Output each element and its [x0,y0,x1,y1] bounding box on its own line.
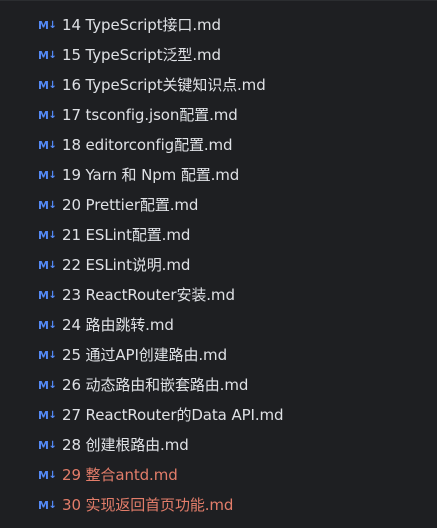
markdown-icon-arrow: ↓ [48,109,57,121]
file-label: 20 Prettier配置.md [62,196,199,214]
markdown-icon-arrow: ↓ [48,19,57,31]
markdown-icon-arrow: ↓ [48,499,57,511]
markdown-icon: M ↓ [38,408,62,422]
markdown-icon: M ↓ [38,288,62,302]
markdown-icon-arrow: ↓ [48,409,57,421]
markdown-icon: M ↓ [38,258,62,272]
markdown-icon-letter: M [38,198,49,212]
markdown-icon-arrow: ↓ [48,319,57,331]
markdown-icon: M ↓ [38,48,62,62]
markdown-icon-letter: M [38,138,49,152]
file-label: 15 TypeScript泛型.md [62,46,221,64]
file-item[interactable]: M ↓ 23 ReactRouter安装.md [0,280,437,310]
file-label: 23 ReactRouter安装.md [62,286,235,304]
project-tree-panel: M ↓ 14 TypeScript接口.md M ↓ 15 TypeScript泛型.md… [0,0,437,528]
markdown-icon: M ↓ [38,108,62,122]
file-label: 16 TypeScript关键知识点.md [62,76,266,94]
markdown-icon: M ↓ [38,228,62,242]
markdown-icon-letter: M [38,378,49,392]
markdown-icon-letter: M [38,438,49,452]
markdown-icon: M ↓ [38,198,62,212]
markdown-icon: M ↓ [38,138,62,152]
file-item[interactable]: M ↓ 15 TypeScript泛型.md [0,40,437,70]
markdown-icon: M ↓ [38,438,62,452]
file-item[interactable]: M ↓ 25 通过API创建路由.md [0,340,437,370]
file-label: 18 editorconfig配置.md [62,136,233,154]
file-item[interactable]: M ↓ 20 Prettier配置.md [0,190,437,220]
markdown-icon-arrow: ↓ [48,199,57,211]
markdown-icon: M ↓ [38,378,62,392]
file-label: 28 创建根路由.md [62,436,189,454]
file-item[interactable]: M ↓ 29 整合antd.md [0,460,437,490]
markdown-icon-arrow: ↓ [48,379,57,391]
markdown-icon-letter: M [38,48,49,62]
markdown-icon-arrow: ↓ [48,79,57,91]
markdown-icon-letter: M [38,348,49,362]
file-label: 17 tsconfig.json配置.md [62,106,238,124]
markdown-icon-arrow: ↓ [48,259,57,271]
markdown-icon-letter: M [38,78,49,92]
file-item[interactable]: M ↓ 30 实现返回首页功能.md [0,490,437,520]
file-label: 30 实现返回首页功能.md [62,496,234,514]
markdown-icon-letter: M [38,468,49,482]
file-item[interactable]: M ↓ 27 ReactRouter的Data API.md [0,400,437,430]
markdown-icon-arrow: ↓ [48,139,57,151]
file-item[interactable]: M ↓ 26 动态路由和嵌套路由.md [0,370,437,400]
markdown-icon-letter: M [38,318,49,332]
markdown-icon-letter: M [38,108,49,122]
markdown-icon: M ↓ [38,348,62,362]
file-label: 25 通过API创建路由.md [62,346,227,364]
markdown-icon-letter: M [38,258,49,272]
markdown-icon-letter: M [38,18,49,32]
markdown-icon: M ↓ [38,468,62,482]
markdown-icon: M ↓ [38,78,62,92]
file-item[interactable]: M ↓ 16 TypeScript关键知识点.md [0,70,437,100]
markdown-icon: M ↓ [38,18,62,32]
markdown-icon-arrow: ↓ [48,229,57,241]
file-label: 24 路由跳转.md [62,316,174,334]
file-label: 21 ESLint配置.md [62,226,191,244]
markdown-icon-arrow: ↓ [48,469,57,481]
markdown-icon-arrow: ↓ [48,349,57,361]
file-label: 26 动态路由和嵌套路由.md [62,376,249,394]
markdown-icon-letter: M [38,288,49,302]
file-label: 29 整合antd.md [62,466,178,484]
markdown-icon-letter: M [38,408,49,422]
markdown-icon: M ↓ [38,168,62,182]
markdown-icon-arrow: ↓ [48,49,57,61]
markdown-icon-letter: M [38,228,49,242]
file-item[interactable]: M ↓ 22 ESLint说明.md [0,250,437,280]
markdown-icon-arrow: ↓ [48,169,57,181]
file-label: 14 TypeScript接口.md [62,16,221,34]
file-label: 22 ESLint说明.md [62,256,191,274]
file-item[interactable]: M ↓ 24 路由跳转.md [0,310,437,340]
file-item[interactable]: M ↓ 18 editorconfig配置.md [0,130,437,160]
file-label: 19 Yarn 和 Npm 配置.md [62,166,240,184]
markdown-icon-letter: M [38,168,49,182]
file-item[interactable]: M ↓ 14 TypeScript接口.md [0,10,437,40]
file-label: 27 ReactRouter的Data API.md [62,406,284,424]
markdown-icon: M ↓ [38,318,62,332]
markdown-icon: M ↓ [38,498,62,512]
file-item[interactable]: M ↓ 21 ESLint配置.md [0,220,437,250]
panel-divider [0,0,437,1]
markdown-icon-arrow: ↓ [48,439,57,451]
file-list: M ↓ 14 TypeScript接口.md M ↓ 15 TypeScript泛型.md… [0,10,437,520]
markdown-icon-arrow: ↓ [48,289,57,301]
file-item[interactable]: M ↓ 19 Yarn 和 Npm 配置.md [0,160,437,190]
file-item[interactable]: M ↓ 28 创建根路由.md [0,430,437,460]
markdown-icon-letter: M [38,498,49,512]
file-item[interactable]: M ↓ 17 tsconfig.json配置.md [0,100,437,130]
